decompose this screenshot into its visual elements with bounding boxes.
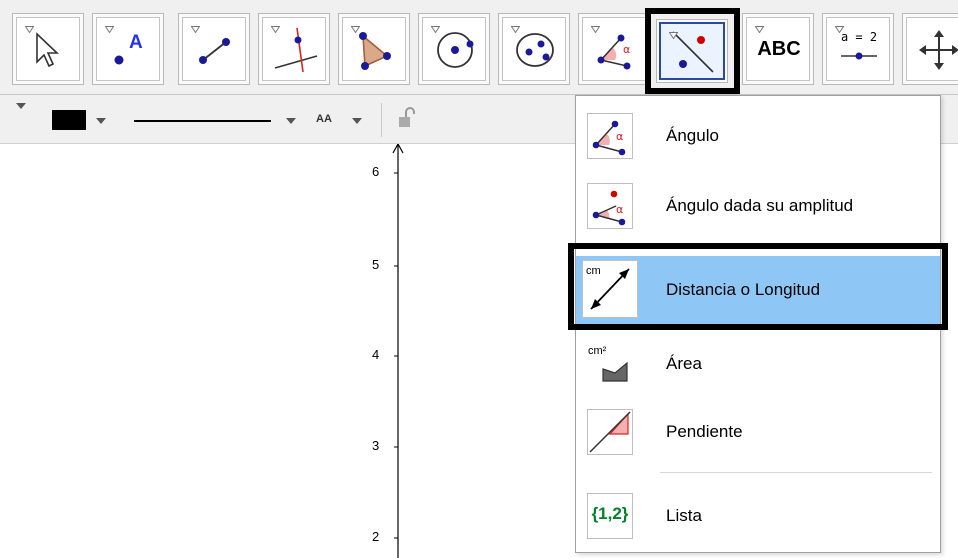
main-toolbar: A α ABC a = 2 <box>0 0 958 95</box>
text-tool-button[interactable]: ABC <box>742 13 814 85</box>
angle-tool-button[interactable]: α <box>578 13 650 85</box>
expand-triangle-icon <box>511 26 520 33</box>
expand-triangle-icon <box>105 26 114 33</box>
expand-triangle-icon <box>351 26 360 33</box>
alpha-symbol: α <box>616 130 623 143</box>
segment-icon <box>199 38 230 64</box>
stylebar-divider <box>381 103 382 137</box>
selected-item-highlight <box>568 243 948 330</box>
line-style-dropdown-icon[interactable] <box>286 118 296 125</box>
expand-triangle-icon <box>25 26 34 33</box>
point-tool-button[interactable]: A <box>92 13 164 85</box>
angle-given-size-icon: α <box>592 190 626 226</box>
line-style-preview[interactable] <box>134 120 271 122</box>
list-icon: {1,2} <box>591 504 629 523</box>
point-A-icon: A <box>114 32 143 65</box>
font-size-dropdown-icon[interactable] <box>352 118 362 125</box>
slider-tool-button[interactable]: a = 2 <box>822 13 894 85</box>
font-size-label[interactable]: AA <box>316 113 332 125</box>
move-tool-button[interactable] <box>12 13 84 85</box>
alpha-symbol: α <box>616 203 623 216</box>
polygon-tool-button[interactable] <box>338 13 410 85</box>
stylebar-toggle-icon[interactable] <box>16 103 26 110</box>
y-tick-label: 2 <box>372 529 380 544</box>
move-graphics-icon <box>919 30 958 70</box>
menu-item-slope[interactable]: Pendiente <box>576 398 940 466</box>
y-tick-label: 6 <box>372 164 380 179</box>
perpendicular-lines-icon <box>274 27 318 73</box>
area-icon: cm² <box>588 345 628 382</box>
menu-item-label: Área <box>666 354 702 373</box>
angle-icon: α <box>592 120 626 156</box>
expand-triangle-icon <box>431 26 440 33</box>
unlock-icon[interactable] <box>396 107 416 129</box>
expand-triangle-icon <box>835 26 844 33</box>
circle-tool-button[interactable] <box>418 13 490 85</box>
move-view-tool-button[interactable] <box>902 13 958 85</box>
y-tick-label: 4 <box>372 347 380 362</box>
unit-label: cm² <box>588 345 607 357</box>
y-tick-label: 3 <box>372 438 380 453</box>
expand-triangle-icon <box>191 26 200 33</box>
menu-item-label: Lista <box>666 506 702 525</box>
point-label-a: A <box>129 32 143 53</box>
ellipse-icon <box>516 33 554 67</box>
active-tool-highlight <box>645 8 740 94</box>
menu-item-label: Pendiente <box>666 422 743 441</box>
text-tool-label: ABC <box>757 38 801 60</box>
menu-item-label: Ángulo <box>666 126 719 145</box>
perpendicular-tool-button[interactable] <box>258 13 330 85</box>
slider-icon <box>841 52 877 60</box>
menu-separator <box>660 472 932 473</box>
expand-triangle-icon <box>271 26 280 33</box>
menu-item-label: Ángulo dada su amplitud <box>666 196 854 215</box>
menu-item-angle-given-size[interactable]: α Ángulo dada su amplitud <box>576 172 940 240</box>
menu-item-list[interactable]: {1,2} Lista <box>576 482 940 550</box>
conic-tool-button[interactable] <box>498 13 570 85</box>
polygon-icon <box>359 32 391 70</box>
line-tool-button[interactable] <box>178 13 250 85</box>
color-dropdown-icon[interactable] <box>96 118 106 125</box>
angle-icon: α <box>597 34 631 70</box>
alpha-symbol: α <box>623 43 630 56</box>
expand-triangle-icon <box>755 26 764 33</box>
y-tick-label: 5 <box>372 257 380 272</box>
menu-item-angle[interactable]: α Ángulo <box>576 102 940 170</box>
pointer-arrow-icon <box>36 32 60 68</box>
menu-item-area[interactable]: cm² Área <box>576 330 940 398</box>
slope-icon <box>589 411 631 453</box>
circle-center-icon <box>437 32 474 68</box>
color-swatch[interactable] <box>52 110 86 130</box>
expand-triangle-icon <box>591 26 600 33</box>
